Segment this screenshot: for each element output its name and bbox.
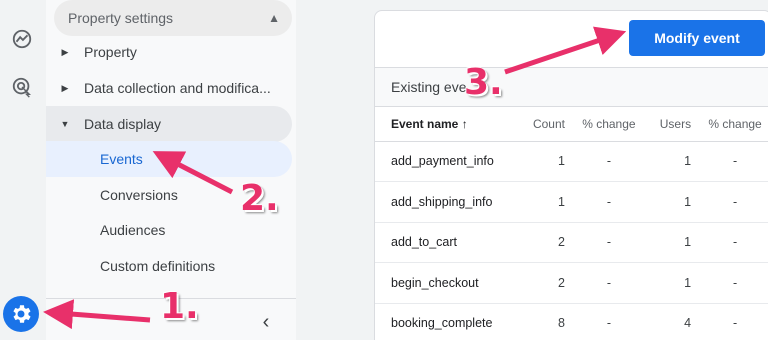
count-cell: 1	[519, 181, 571, 223]
events-card: Modify event Existing eve Event name ↑ C…	[374, 10, 768, 340]
existing-events-title: Existing eve	[375, 67, 768, 107]
events-table: Event name ↑ Count % change Users % chan…	[375, 107, 768, 340]
advertising-icon[interactable]	[9, 74, 35, 100]
modify-event-button[interactable]: Modify event	[629, 20, 765, 56]
column-header-count[interactable]: Count	[519, 107, 571, 142]
users-cell: 1	[646, 181, 698, 223]
property-settings-label: Property settings	[68, 10, 174, 26]
nav-item-events[interactable]: Events	[46, 141, 292, 177]
event-name-cell: booking_complete	[375, 303, 520, 340]
count-change-cell: -	[570, 303, 647, 340]
count-change-cell: -	[570, 141, 647, 182]
annotation-step-3: 3.	[464, 62, 503, 103]
reports-icon[interactable]	[9, 26, 35, 52]
nav-item-data-collection[interactable]: ▶ Data collection and modifica...	[46, 70, 292, 106]
count-cell: 2	[519, 262, 571, 304]
nav-item-label: Audiences	[100, 222, 166, 238]
users-change-cell: -	[697, 141, 768, 182]
table-header-row: Event name ↑ Count % change Users % chan…	[375, 107, 768, 142]
users-cell: 4	[646, 303, 698, 340]
table-row[interactable]: add_shipping_info 1 - 1 -	[375, 181, 768, 223]
count-change-cell: -	[570, 181, 647, 223]
nav-item-data-display[interactable]: ▼ Data display	[46, 106, 292, 142]
users-change-cell: -	[697, 181, 768, 223]
table-row[interactable]: add_payment_info 1 - 1 -	[375, 141, 768, 182]
nav-item-property[interactable]: ▶ Property	[46, 34, 292, 70]
nav-item-label: Events	[100, 151, 143, 167]
table-row[interactable]: booking_complete 8 - 4 -	[375, 303, 768, 340]
caret-down-icon: ▼	[60, 119, 70, 129]
users-change-cell: -	[697, 262, 768, 304]
count-cell: 2	[519, 222, 571, 263]
users-cell: 1	[646, 222, 698, 263]
left-rail	[0, 0, 46, 340]
chevron-up-icon: ▲	[268, 11, 280, 25]
event-name-cell: add_payment_info	[375, 141, 520, 182]
count-change-cell: -	[570, 222, 647, 263]
main-content: Modify event Existing eve Event name ↑ C…	[296, 0, 768, 340]
users-change-cell: -	[697, 303, 768, 340]
users-cell: 1	[646, 262, 698, 304]
table-row[interactable]: begin_checkout 2 - 1 -	[375, 262, 768, 304]
nav-item-label: Data collection and modifica...	[84, 80, 271, 96]
count-change-cell: -	[570, 262, 647, 304]
users-cell: 1	[646, 141, 698, 182]
property-settings-header[interactable]: Property settings ▲	[54, 0, 292, 36]
event-name-cell: add_shipping_info	[375, 181, 520, 223]
nav-item-label: Conversions	[100, 187, 178, 203]
admin-settings-button[interactable]	[3, 296, 39, 332]
column-header-count-change[interactable]: % change	[570, 107, 647, 142]
annotation-step-1: 1.	[160, 286, 199, 327]
column-header-event-name[interactable]: Event name ↑	[375, 107, 520, 142]
nav-item-label: Custom definitions	[100, 258, 216, 274]
caret-right-icon: ▶	[61, 82, 69, 93]
count-cell: 8	[519, 303, 571, 340]
collapse-nav-button[interactable]: ‹	[256, 310, 276, 334]
column-header-users[interactable]: Users	[646, 107, 698, 142]
count-cell: 1	[519, 141, 571, 182]
gear-icon	[13, 305, 31, 323]
nav-item-custom-definitions[interactable]: Custom definitions	[46, 248, 292, 284]
event-name-cell: add_to_cart	[375, 222, 520, 263]
annotation-step-2: 2.	[240, 178, 279, 219]
event-name-cell: begin_checkout	[375, 262, 520, 304]
nav-item-label: Property	[84, 44, 137, 60]
caret-right-icon: ▶	[61, 46, 69, 57]
nav-item-label: Data display	[84, 116, 162, 132]
column-header-users-change[interactable]: % change	[697, 107, 768, 142]
users-change-cell: -	[697, 222, 768, 263]
table-row[interactable]: add_to_cart 2 - 1 -	[375, 222, 768, 263]
